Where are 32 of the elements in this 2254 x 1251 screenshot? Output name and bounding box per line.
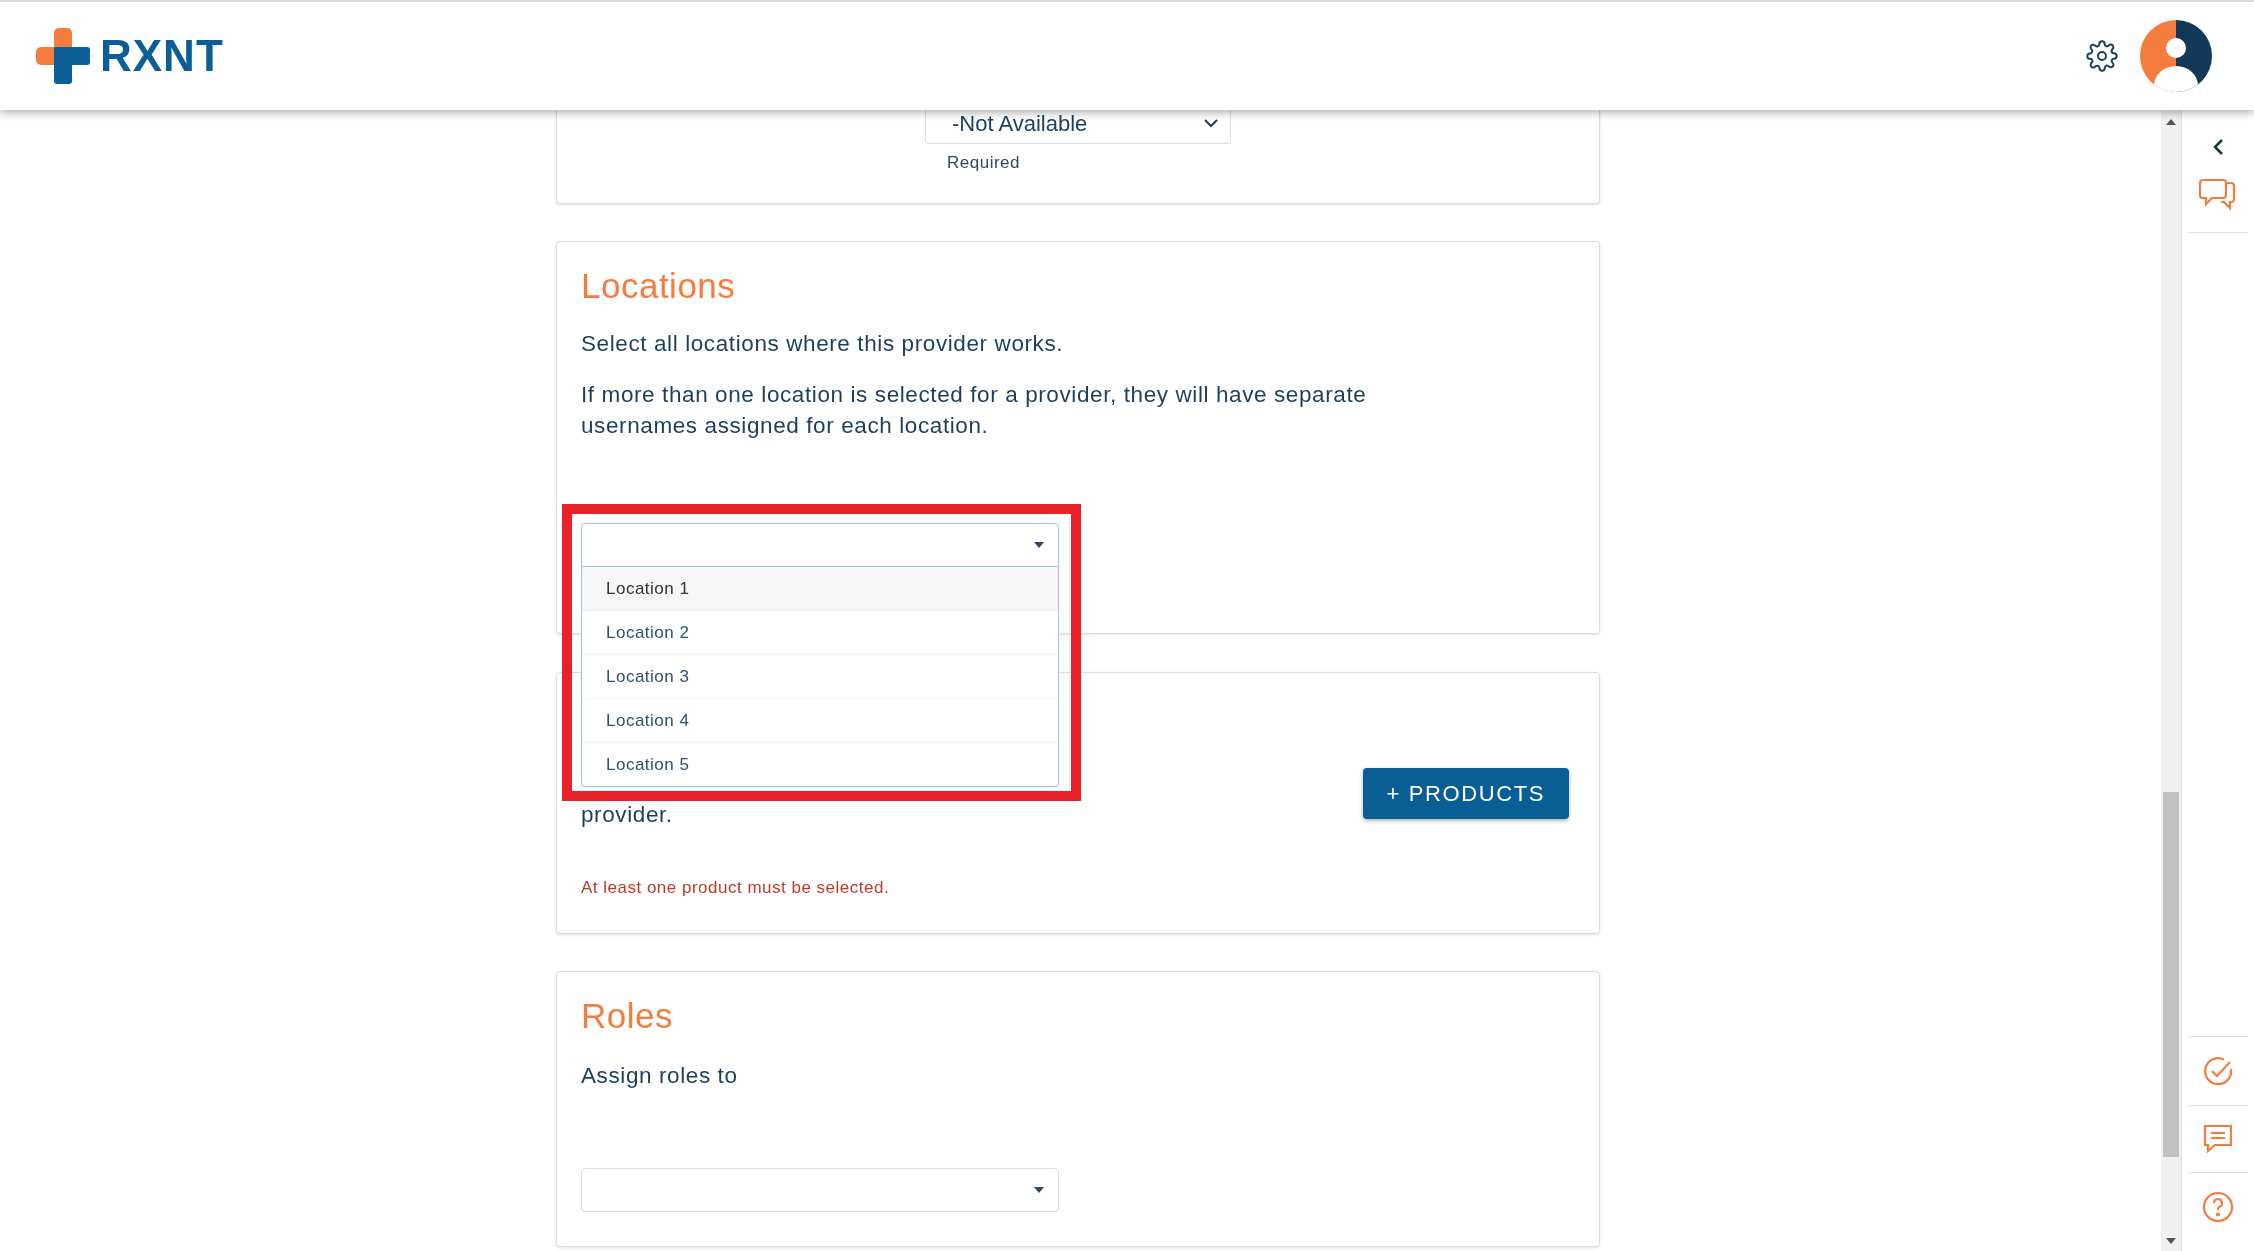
avatar-icon[interactable] — [2140, 20, 2212, 92]
logo-text: RXNT — [100, 31, 224, 81]
availability-select[interactable]: -Not Available — [925, 110, 1231, 144]
scrollbar-thumb[interactable] — [2163, 792, 2179, 1157]
cross-logo-icon — [36, 28, 90, 84]
message-icon[interactable] — [2202, 1124, 2234, 1154]
dropdown-option[interactable]: Location 5 — [582, 742, 1058, 786]
error-message: At least one product must be selected. — [581, 878, 891, 898]
location-select[interactable] — [581, 523, 1059, 567]
dropdown-option[interactable]: Location 2 — [582, 610, 1058, 654]
add-products-button[interactable]: + PRODUCTS — [1362, 768, 1569, 819]
role-select[interactable] — [581, 1168, 1059, 1212]
check-circle-icon[interactable] — [2202, 1055, 2234, 1087]
scroll-up-icon[interactable] — [2165, 118, 2177, 126]
chevron-left-icon[interactable] — [2212, 138, 2224, 156]
description-text: If more than one location is selected for a provider, they will have separate usernames assigned for each location. — [581, 381, 1368, 440]
required-hint: Required — [947, 153, 1020, 173]
settings-icon[interactable] — [2086, 40, 2118, 72]
dropdown-option[interactable]: Location 1 — [582, 567, 1058, 610]
section-title: Locations — [581, 266, 737, 306]
description-text: provider. — [581, 801, 674, 829]
help-icon[interactable] — [2202, 1191, 2234, 1223]
description-text: Select all locations where this provider works. — [581, 330, 1065, 358]
chevron-down-icon — [1204, 119, 1218, 128]
dropdown-option[interactable]: Location 4 — [582, 698, 1058, 742]
description-text: Assign roles to — [581, 1062, 739, 1090]
section-title: Roles — [581, 996, 674, 1036]
caret-icon — [1034, 1187, 1044, 1193]
caret-icon — [1034, 542, 1044, 548]
scroll-down-icon[interactable] — [2165, 1237, 2177, 1245]
chat-bubbles-icon[interactable] — [2199, 178, 2237, 212]
dropdown-option[interactable]: Location 3 — [582, 654, 1058, 698]
